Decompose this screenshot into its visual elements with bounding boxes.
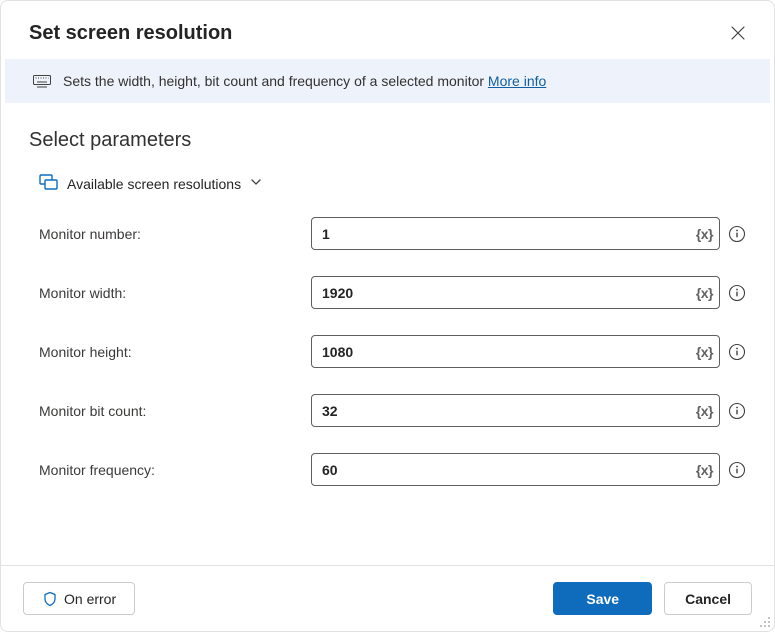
save-button[interactable]: Save (553, 582, 652, 615)
field-monitor-bit-count: Monitor bit count: {x} (29, 394, 746, 427)
info-icon (728, 284, 746, 302)
info-description: Sets the width, height, bit count and fr… (63, 73, 488, 89)
monitor-width-input[interactable] (311, 276, 720, 309)
monitor-number-info[interactable] (728, 225, 746, 243)
field-monitor-height: Monitor height: {x} (29, 335, 746, 368)
monitor-frequency-info[interactable] (728, 461, 746, 479)
info-bar-text: Sets the width, height, bit count and fr… (63, 73, 546, 89)
resolutions-icon (39, 172, 59, 195)
resize-grip-icon[interactable] (758, 615, 772, 629)
more-info-link[interactable]: More info (488, 73, 546, 89)
monitor-bit-count-info[interactable] (728, 402, 746, 420)
monitor-width-info[interactable] (728, 284, 746, 302)
info-bar: Sets the width, height, bit count and fr… (5, 59, 770, 103)
save-label: Save (586, 591, 619, 607)
monitor-frequency-input[interactable] (311, 453, 720, 486)
available-resolutions-label: Available screen resolutions (67, 176, 241, 192)
field-monitor-frequency: Monitor frequency: {x} (29, 453, 746, 486)
monitor-height-info[interactable] (728, 343, 746, 361)
monitor-height-input[interactable] (311, 335, 720, 368)
cancel-label: Cancel (685, 591, 731, 607)
field-monitor-width: Monitor width: {x} (29, 276, 746, 309)
dialog-header: Set screen resolution (1, 1, 774, 59)
on-error-button[interactable]: On error (23, 582, 135, 615)
keyboard-icon (33, 74, 51, 88)
available-resolutions-toggle[interactable]: Available screen resolutions (39, 172, 746, 195)
dialog-title: Set screen resolution (29, 22, 232, 45)
section-title: Select parameters (29, 129, 746, 152)
monitor-bit-count-label: Monitor bit count: (29, 403, 311, 419)
monitor-frequency-label: Monitor frequency: (29, 462, 311, 478)
monitor-number-input[interactable] (311, 217, 720, 250)
dialog-footer: On error Save Cancel (1, 565, 774, 631)
info-icon (728, 461, 746, 479)
info-icon (728, 225, 746, 243)
monitor-width-label: Monitor width: (29, 285, 311, 301)
info-icon (728, 343, 746, 361)
cancel-button[interactable]: Cancel (664, 582, 752, 615)
monitor-bit-count-input[interactable] (311, 394, 720, 427)
close-button[interactable] (726, 21, 750, 45)
close-icon (730, 25, 746, 41)
monitor-height-label: Monitor height: (29, 344, 311, 360)
field-monitor-number: Monitor number: {x} (29, 217, 746, 250)
monitor-number-label: Monitor number: (29, 226, 311, 242)
info-icon (728, 402, 746, 420)
shield-icon (42, 591, 58, 607)
dialog: Set screen resolution Sets the width, he… (0, 0, 775, 632)
on-error-label: On error (64, 591, 116, 607)
content-area: Select parameters Available screen resol… (1, 103, 774, 565)
chevron-down-icon (249, 175, 263, 192)
